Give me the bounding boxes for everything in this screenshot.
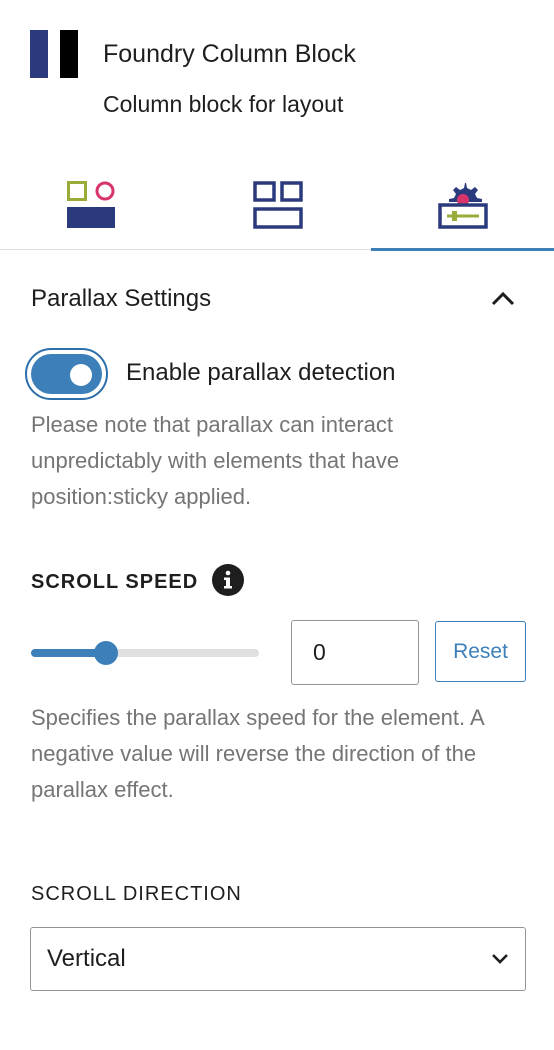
scroll-direction-select[interactable]: Vertical [30, 927, 526, 991]
slider-thumb[interactable] [94, 641, 119, 665]
tab-styles[interactable] [0, 160, 183, 250]
tab-layout[interactable] [186, 160, 369, 250]
layout-tab-icon [252, 181, 303, 229]
toggle-knob [70, 364, 92, 386]
parallax-panel-toggle[interactable]: Parallax Settings [0, 270, 554, 326]
info-icon[interactable] [212, 564, 244, 596]
reset-button[interactable]: Reset [435, 621, 526, 682]
scroll-speed-help-text: Specifies the parallax speed for the ele… [31, 705, 484, 802]
toggle-label[interactable]: Enable parallax detection [126, 359, 396, 387]
select-value: Vertical [47, 945, 126, 972]
block-description: Column block for layout [103, 91, 344, 117]
parallax-toggle[interactable] [25, 348, 108, 400]
scroll-speed-input[interactable] [291, 620, 419, 685]
scroll-direction-label: SCROLL DIRECTION [31, 883, 242, 905]
advanced-settings-tab-icon [437, 183, 488, 229]
chevron-up-icon [491, 291, 515, 306]
block-card: Foundry Column Block Column block for la… [0, 0, 554, 150]
chevron-down-icon [492, 954, 508, 964]
scroll-speed-slider[interactable] [31, 641, 259, 665]
toggle-help-text: Please note that parallax can interact u… [31, 412, 400, 509]
inspector-tabs [0, 160, 554, 251]
column-block-icon [30, 30, 78, 78]
tab-advanced-settings[interactable] [371, 160, 554, 251]
block-title: Foundry Column Block [103, 40, 356, 68]
styles-tab-icon [66, 181, 115, 228]
panel-title: Parallax Settings [31, 285, 212, 312]
scroll-speed-label: SCROLL SPEED [31, 571, 199, 593]
